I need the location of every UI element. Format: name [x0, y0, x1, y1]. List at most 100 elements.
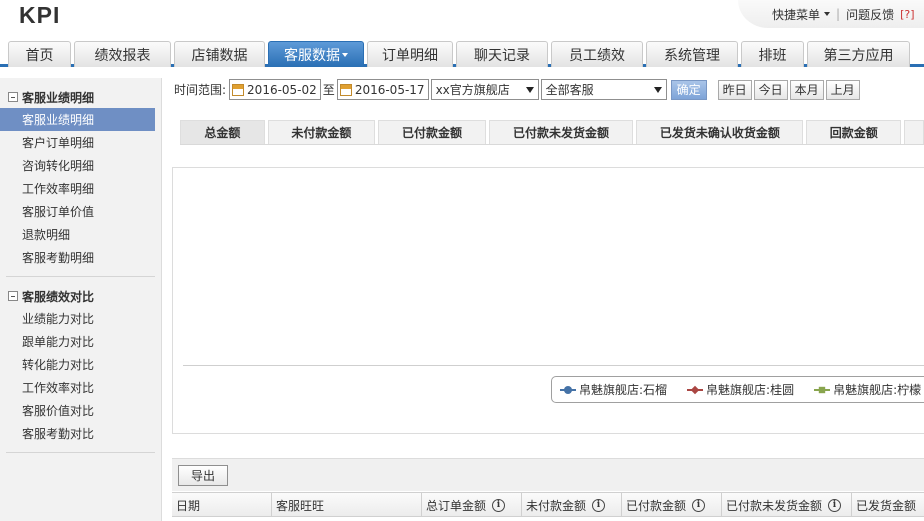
tab-service-data[interactable]: 客服数据 [268, 41, 364, 67]
column-label: 已付款未发货金额 [726, 498, 823, 513]
tab-label: 聊天记录 [474, 47, 530, 64]
main-nav: 首页 绩效报表 店铺数据 客服数据 订单明细 聊天记录 员工绩效 系统管理 排班… [0, 39, 924, 67]
sidebar-group-label: 客服绩效对比 [22, 289, 95, 304]
sidebar-item-service-order-value[interactable]: 客服订单价值 [0, 200, 161, 223]
tab-label: 店铺数据 [191, 47, 248, 64]
sidebar-item-efficiency-compare[interactable]: 工作效率对比 [0, 376, 161, 399]
column-header-date[interactable]: 日期 [172, 493, 272, 517]
metric-tab-total-amount[interactable]: 总金额 [180, 120, 265, 144]
tab-label: 首页 [25, 47, 54, 64]
sidebar-group-performance-details[interactable]: 客服业绩明细 [0, 86, 161, 108]
info-icon[interactable]: i [692, 498, 706, 512]
shop-select[interactable]: xx官方旗舰店 [430, 79, 539, 100]
legend-label: 帛魅旗舰店:柠檬 [833, 383, 922, 397]
start-date-field[interactable]: 2016-05-02 [229, 79, 321, 100]
tab-staff-performance[interactable]: 员工绩效 [551, 41, 643, 67]
today-button[interactable]: 今日 [753, 79, 788, 100]
legend-item-shiliu[interactable]: 帛魅旗舰店:石榴 [560, 381, 667, 398]
sidebar-item-consult-conversion-detail[interactable]: 咨询转化明细 [0, 154, 161, 177]
staff-select[interactable]: 全部客服 [540, 79, 667, 100]
tab-chat-records[interactable]: 聊天记录 [456, 41, 548, 67]
column-label: 已发货金额 [856, 498, 917, 513]
legend-marker [560, 385, 576, 394]
tab-home[interactable]: 首页 [8, 41, 71, 67]
sidebar-group-performance-compare[interactable]: 客服绩效对比 [0, 285, 161, 307]
sidebar-divider [6, 452, 155, 453]
sidebar-item-service-performance-detail[interactable]: 客服业绩明细 [0, 108, 155, 131]
info-icon[interactable]: i [828, 498, 842, 512]
yesterday-button[interactable]: 昨日 [717, 79, 752, 100]
tab-schedule[interactable]: 排班 [741, 41, 804, 67]
quick-menu-button[interactable]: 快捷菜单 [772, 6, 831, 23]
export-button[interactable]: 导出 [178, 464, 228, 486]
metric-tabs: 总金额 未付款金额 已付款金额 已付款未发货金额 已发货未确认收货金额 回款金额 [180, 120, 924, 145]
legend-item-guiyuan[interactable]: 帛魅旗舰店:桂圆 [687, 381, 794, 398]
column-header-total-order-amount[interactable]: 总订单金额 i [422, 493, 522, 517]
feedback-link[interactable]: 问题反馈 [846, 6, 894, 23]
collapse-icon[interactable] [8, 92, 18, 102]
chart-legend: 帛魅旗舰店:石榴 帛魅旗舰店:桂圆 帛魅旗舰店:柠檬 [551, 376, 924, 403]
confirm-button[interactable]: 确定 [670, 79, 707, 100]
legend-circle-marker [564, 385, 572, 394]
end-date-field[interactable]: 2016-05-17 [336, 79, 429, 100]
app-logo: KPI [19, 2, 61, 28]
metric-tab-unpaid-amount[interactable]: 未付款金额 [267, 120, 376, 144]
chevron-down-icon [342, 52, 348, 57]
metric-tab-overflow[interactable] [904, 120, 924, 144]
sidebar-item-service-attendance-detail[interactable]: 客服考勤明细 [0, 246, 161, 269]
info-icon[interactable]: i [492, 498, 506, 512]
sidebar-item-attendance-compare[interactable]: 客服考勤对比 [0, 422, 161, 445]
this-month-button[interactable]: 本月 [789, 79, 824, 100]
column-label: 日期 [176, 498, 201, 513]
help-link[interactable]: [?] [900, 8, 914, 21]
tab-shop-data[interactable]: 店铺数据 [174, 41, 265, 67]
legend-diamond-marker [690, 385, 700, 394]
calendar-icon[interactable] [339, 83, 352, 96]
sidebar-item-customer-order-detail[interactable]: 客户订单明细 [0, 131, 161, 154]
tab-system-management[interactable]: 系统管理 [646, 41, 738, 67]
column-header-paid-unshipped-amount[interactable]: 已付款未发货金额 i [722, 493, 852, 517]
legend-marker [814, 386, 831, 394]
column-header-staff-wangwang[interactable]: 客服旺旺 [272, 493, 422, 517]
metric-tab-paid-unshipped-amount[interactable]: 已付款未发货金额 [488, 120, 634, 144]
sidebar-item-performance-compare[interactable]: 业绩能力对比 [0, 307, 161, 330]
shop-select-value: xx官方旗舰店 [435, 83, 510, 97]
collapse-icon[interactable] [8, 291, 18, 301]
legend-item-ningmeng[interactable]: 帛魅旗舰店:柠檬 [814, 381, 921, 398]
column-header-paid-amount[interactable]: 已付款金额 i [622, 493, 722, 517]
metric-tab-returned-amount[interactable]: 回款金额 [806, 120, 902, 144]
sidebar-item-value-compare[interactable]: 客服价值对比 [0, 399, 161, 422]
last-month-button[interactable]: 上月 [825, 79, 860, 100]
dropdown-arrow-icon [653, 86, 662, 93]
metric-tab-paid-amount[interactable]: 已付款金额 [378, 120, 486, 144]
sidebar-item-refund-detail[interactable]: 退款明细 [0, 223, 161, 246]
staff-select-value: 全部客服 [545, 83, 594, 97]
top-right-links: 快捷菜单 | 问题反馈 [?] [738, 0, 924, 28]
chart-x-axis [183, 365, 924, 366]
time-range-label: 时间范围: [174, 83, 227, 97]
legend-square-marker [818, 386, 826, 393]
tab-label: 绩效报表 [94, 47, 151, 64]
tab-order-details[interactable]: 订单明细 [367, 41, 453, 67]
calendar-icon[interactable] [232, 83, 245, 96]
tab-label: 员工绩效 [569, 47, 625, 64]
quick-menu-label: 快捷菜单 [772, 7, 821, 22]
tab-third-party-apps[interactable]: 第三方应用 [807, 41, 910, 67]
sidebar-item-followup-compare[interactable]: 跟单能力对比 [0, 330, 161, 353]
tab-label: 客服数据 [284, 47, 340, 64]
info-icon[interactable]: i [592, 498, 606, 512]
column-header-shipped-amount[interactable]: 已发货金额 [852, 493, 924, 517]
tab-performance-report[interactable]: 绩效报表 [74, 41, 171, 67]
tab-label: 订单明细 [382, 47, 438, 64]
header-separator: | [836, 7, 841, 21]
sidebar-item-work-efficiency-detail[interactable]: 工作效率明细 [0, 177, 161, 200]
legend-label: 帛魅旗舰店:石榴 [579, 383, 668, 397]
tab-label: 系统管理 [664, 47, 720, 64]
column-label: 总订单金额 [426, 498, 487, 513]
tab-label: 第三方应用 [823, 47, 894, 64]
sidebar-item-conversion-compare[interactable]: 转化能力对比 [0, 353, 161, 376]
column-header-unpaid-amount[interactable]: 未付款金额 i [522, 493, 622, 517]
dropdown-arrow-icon [525, 86, 534, 93]
metric-tab-shipped-unconfirmed-amount[interactable]: 已发货未确认收货金额 [636, 120, 804, 144]
app-window: KPI 快捷菜单 | 问题反馈 [?] 首页 绩效报表 店铺数据 客服数据 订单… [0, 0, 924, 521]
